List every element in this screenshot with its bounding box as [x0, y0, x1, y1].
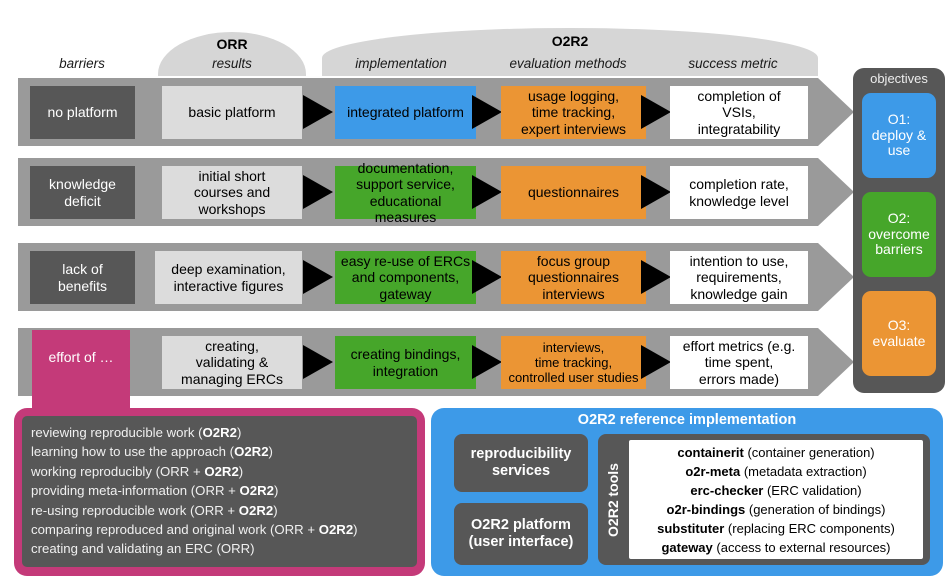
row-arrow-1 — [818, 78, 854, 146]
column-header-evaluation-methods: evaluation methods — [509, 56, 627, 71]
tool-row: gateway (access to external resources) — [661, 539, 891, 555]
row-4-implementation: creating bindings, integration — [335, 336, 476, 389]
group-title-orr: ORR — [216, 36, 248, 52]
objective-o2[interactable]: O2: overcome barriers — [862, 192, 936, 277]
row-arrow-3 — [818, 243, 854, 311]
o2r2-tools-list: containerit (container generation) o2r-me… — [629, 440, 923, 559]
tool-row: containerit (container generation) — [677, 444, 875, 460]
reference-implementation-title: O2R2 reference implementation — [577, 412, 797, 428]
row-4-barrier: effort of … — [32, 330, 130, 385]
effort-panel-inner: reviewing reproducible work (O2R2) learni… — [22, 416, 417, 567]
column-header-success-metric: success metric — [688, 56, 778, 71]
row-2-barrier: knowledge deficit — [30, 166, 135, 219]
row-3-evaluation: focus group questionnaires interviews — [501, 251, 646, 304]
reproducibility-services-box[interactable]: reproducibility services — [454, 434, 588, 492]
row-4-result: creating, validating & managing ERCs — [162, 336, 302, 389]
row-arrow-4 — [818, 328, 854, 396]
effort-list-item: reviewing reproducible work (O2R2) — [31, 425, 242, 440]
effort-list-item: working reproducibly (ORR + O2R2) — [31, 463, 244, 479]
row-1-result: basic platform — [162, 86, 302, 139]
row-3-metric: intention to use, requirements, knowledge … — [670, 251, 808, 304]
tool-row: o2r-meta (metadata extraction) — [685, 463, 867, 479]
row-1-barrier: no platform — [30, 86, 135, 139]
o2r2-tools-label: O2R2 tools — [598, 434, 628, 565]
tool-row: erc-checker (ERC validation) — [690, 482, 862, 498]
row-2-metric: completion rate, knowledge level — [670, 166, 808, 219]
row-2-implementation: documentation, support service, educationa… — [335, 160, 476, 225]
row-arrow-2 — [818, 158, 854, 226]
o2r2-tools-label-text: O2R2 tools — [605, 462, 621, 537]
row-1-evaluation: usage logging, time tracking, expert inter… — [501, 86, 646, 139]
row-4-evaluation: interviews, time tracking, controlled user… — [501, 336, 646, 389]
objectives-title: objectives — [870, 71, 928, 86]
row-2-evaluation: questionnaires — [501, 166, 646, 219]
effort-list-item: learning how to use the approach (O2R2) — [31, 444, 273, 460]
tool-row: substituter (replacing ERC components) — [657, 520, 895, 536]
row-3-barrier: lack of benefits — [30, 251, 135, 304]
row-1-implementation: integrated platform — [335, 86, 476, 139]
row-1-metric: completion of VSIs, integratability — [670, 86, 808, 139]
o2r2-platform-box[interactable]: O2R2 platform (user interface) — [454, 503, 588, 565]
effort-list: reviewing reproducible work (O2R2) learni… — [31, 423, 417, 559]
column-header-barriers: barriers — [59, 56, 105, 71]
row-2-result: initial short courses and workshops — [162, 166, 302, 219]
objective-o1[interactable]: O1: deploy & use — [862, 93, 936, 178]
objective-o3[interactable]: O3: evaluate — [862, 291, 936, 376]
effort-list-item: creating and validating an ERC (ORR) — [31, 541, 255, 557]
row-3-implementation: easy re-use of ERCs and components, gatewa… — [335, 251, 476, 304]
diagram-canvas: ORR O2R2 barriers results implementation… — [0, 0, 950, 586]
group-title-o2r2: O2R2 — [551, 33, 589, 49]
column-header-results: results — [212, 56, 252, 71]
row-4-metric: effort metrics (e.g. time spent, errors ma… — [670, 336, 808, 389]
effort-list-item: comparing reproduced and original work (… — [31, 522, 358, 538]
row-3-result: deep examination, interactive figures — [155, 251, 302, 304]
effort-list-item: providing meta-information (ORR + O2R2) — [31, 483, 279, 499]
column-header-implementation: implementation — [355, 56, 447, 71]
tool-row: o2r-bindings (generation of bindings) — [666, 501, 886, 517]
effort-list-item: re-using reproducible work (ORR + O2R2) — [31, 502, 278, 518]
